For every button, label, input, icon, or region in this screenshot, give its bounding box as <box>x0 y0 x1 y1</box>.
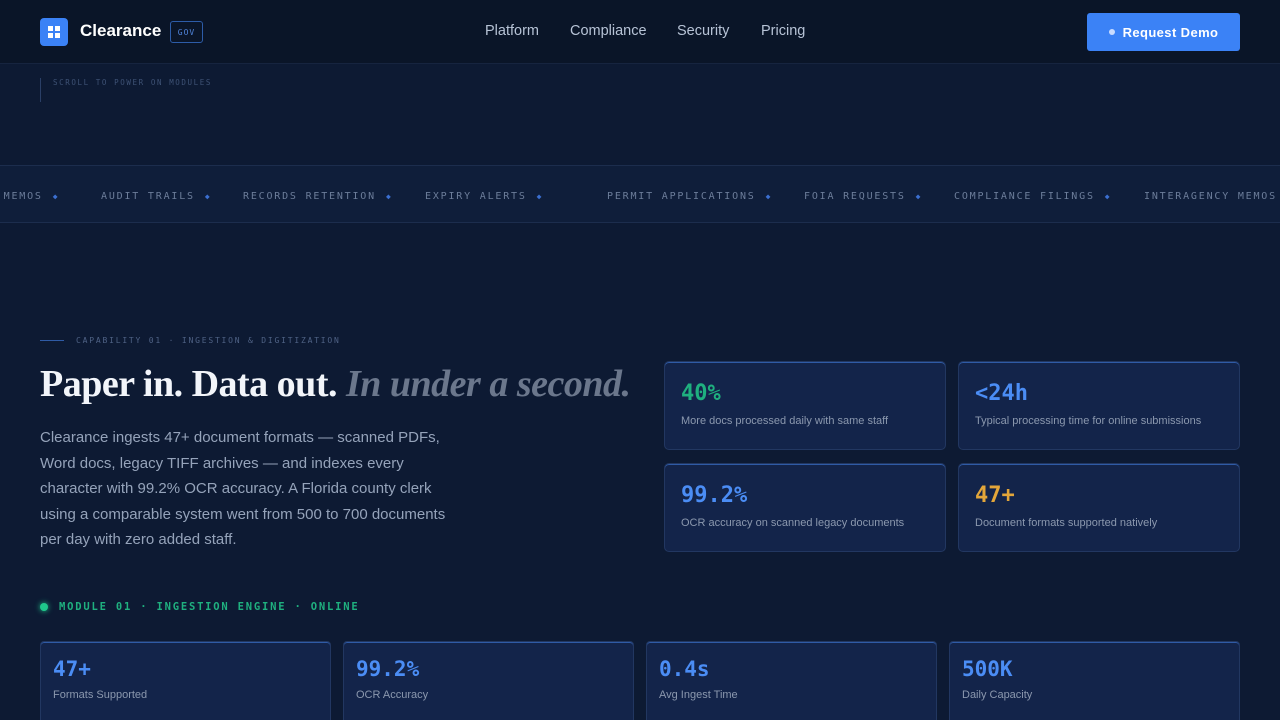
marquee-item-label: FOIA REQUESTS <box>804 191 906 202</box>
metric-label: OCR Accuracy <box>356 689 429 701</box>
status-dot-icon <box>1108 29 1115 35</box>
stat-card: 99.2% OCR accuracy on scanned legacy doc… <box>664 463 946 552</box>
marquee-item-label: AUDIT TRAILS <box>101 191 195 202</box>
nav-pricing[interactable]: Pricing <box>761 23 805 39</box>
metric-label: Avg Ingest Time <box>659 689 738 701</box>
marquee-item-label: Y MEMOS <box>0 191 43 202</box>
capability-eyebrow: CAPABILITY 01 · INGESTION & DIGITIZATION <box>40 336 341 345</box>
stat-label: Typical processing time for online submi… <box>975 415 1202 427</box>
marquee-item-label: EXPIRY ALERTS <box>425 191 527 202</box>
diamond-icon: ◆ <box>385 192 393 201</box>
marquee-item: COMPLIANCE FILINGS ◆ <box>954 191 1111 202</box>
stat-value: 99.2% <box>681 483 748 508</box>
stat-label: OCR accuracy on scanned legacy documents <box>681 517 905 529</box>
headline-main: Paper in. Data out. <box>40 363 337 405</box>
online-dot-icon <box>40 603 48 611</box>
request-demo-label: Request Demo <box>1122 24 1219 40</box>
diamond-icon: ◆ <box>536 192 544 201</box>
marquee-item: PERMIT APPLICATIONS ◆ <box>607 191 772 202</box>
capability-description: Clearance ingests 47+ document formats —… <box>40 429 446 548</box>
marquee-item: AUDIT TRAILS ◆ <box>101 191 211 202</box>
marquee-item: EXPIRY ALERTS ◆ <box>425 191 543 202</box>
diamond-icon: ◆ <box>52 192 60 201</box>
metric-card: 99.2% OCR Accuracy <box>343 641 634 720</box>
metric-label: Daily Capacity <box>962 689 1033 701</box>
stat-value: <24h <box>975 381 1028 406</box>
nav-compliance[interactable]: Compliance <box>570 23 647 39</box>
metric-card: 0.4s Avg Ingest Time <box>646 641 937 720</box>
stat-card: 40% More docs processed daily with same … <box>664 361 946 450</box>
stat-value: 40% <box>681 381 721 406</box>
diamond-icon: ◆ <box>915 192 923 201</box>
stat-value: 47+ <box>975 483 1015 508</box>
headline-accent: In under a second. <box>345 363 631 405</box>
diamond-icon: ◆ <box>765 192 773 201</box>
scroll-hint: SCROLL TO POWER ON MODULES <box>40 78 212 102</box>
marquee-item-label: COMPLIANCE FILINGS <box>954 191 1095 202</box>
metric-value: 47+ <box>53 657 91 681</box>
stat-card: <24h Typical processing time for online … <box>958 361 1240 450</box>
metric-card: 47+ Formats Supported <box>40 641 331 720</box>
capability-eyebrow-text: CAPABILITY 01 · INGESTION & DIGITIZATION <box>76 336 341 345</box>
marquee-item-label: RECORDS RETENTION <box>243 191 376 202</box>
marquee-item-label: INTERAGENCY MEMOS <box>1144 191 1277 202</box>
request-demo-button[interactable]: Request Demo <box>1087 13 1240 51</box>
nav-platform[interactable]: Platform <box>485 23 539 39</box>
marquee-item: INTERAGENCY MEMOS <box>1144 191 1277 202</box>
module-status: MODULE 01 · INGESTION ENGINE · ONLINE <box>40 601 360 613</box>
module-status-text: MODULE 01 · INGESTION ENGINE · ONLINE <box>59 601 360 613</box>
diamond-icon: ◆ <box>204 192 212 201</box>
topics-marquee: Y MEMOS ◆ AUDIT TRAILS ◆ RECORDS RETENTION… <box>0 165 1280 223</box>
metric-card: 500K Daily Capacity <box>949 641 1240 720</box>
marquee-item-label: PERMIT APPLICATIONS <box>607 191 756 202</box>
eyebrow-divider <box>40 340 64 341</box>
marquee-item: Y MEMOS ◆ <box>0 191 59 202</box>
metric-value: 500K <box>962 657 1013 681</box>
stat-card: 47+ Document formats supported natively <box>958 463 1240 552</box>
section-headline: Paper in. Data out. In under a second. <box>40 362 631 406</box>
stat-label: More docs processed daily with same staf… <box>681 415 889 427</box>
metric-value: 99.2% <box>356 657 420 681</box>
metric-value: 0.4s <box>659 657 710 681</box>
marquee-item: FOIA REQUESTS ◆ <box>804 191 922 202</box>
stat-label: Document formats supported natively <box>975 517 1158 529</box>
diamond-icon: ◆ <box>1104 192 1112 201</box>
nav-security[interactable]: Security <box>677 23 729 39</box>
metric-label: Formats Supported <box>53 689 148 701</box>
site-header: Clearance GOV Platform Compliance Securi… <box>0 0 1280 64</box>
marquee-item: RECORDS RETENTION ◆ <box>243 191 393 202</box>
